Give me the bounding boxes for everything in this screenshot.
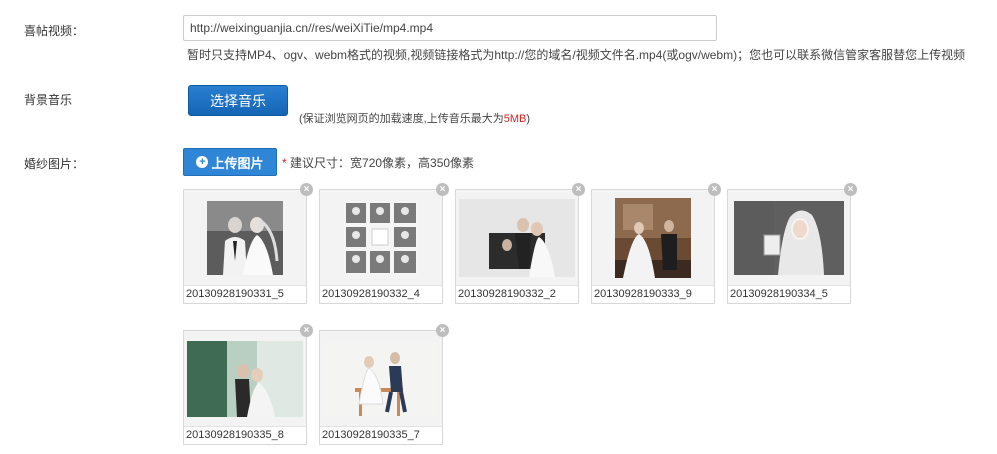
photo-card[interactable]: 20130928190335_8 × [183,324,313,445]
photo-size-hint: * 建议尺寸：宽720像素，高350像素 [282,154,474,171]
remove-photo-icon[interactable]: × [300,183,313,196]
photo-size-text: 建议尺寸：宽720像素，高350像素 [290,156,475,170]
music-size-limit: 5MB [503,113,527,125]
remove-photo-icon[interactable]: × [708,183,721,196]
photos-label: 婚纱图片： [24,157,85,171]
select-music-button[interactable]: 选择音乐 [188,85,288,116]
photo-thumbnail [728,190,850,285]
photo-card[interactable]: 20130928190334_5 × [727,183,857,304]
photo-caption: 20130928190334_5 [728,285,850,303]
photo-thumbnail [592,190,714,285]
photo-card[interactable]: 20130928190333_9 × [591,183,721,304]
photo-caption: 20130928190332_4 [320,285,442,303]
music-label: 背景音乐 [24,93,73,107]
photo-caption: 20130928190332_2 [456,285,578,303]
photo-card[interactable]: 20130928190332_2 × [455,183,585,304]
photo-thumbnail [456,190,578,285]
video-hint: 暂时只支持MP4、ogv、webm格式的视频,视频链接格式为http://您的域… [187,48,966,62]
video-label: 喜帖视频： [24,24,85,38]
plus-circle-icon: + [196,156,209,168]
required-mark: * [282,156,287,170]
video-url-input[interactable] [183,15,717,41]
remove-photo-icon[interactable]: × [572,183,585,196]
photo-card[interactable]: 20130928190331_5 × [183,183,313,304]
upload-photo-button[interactable]: + 上传图片 [183,148,277,176]
photo-caption: 20130928190335_8 [184,426,306,444]
photo-thumbnail [184,331,306,426]
music-hint: (保证浏览网页的加载速度,上传音乐最大为5MB) [299,110,530,126]
photo-card[interactable]: 20130928190335_7 × [319,324,449,445]
photo-caption: 20130928190331_5 [184,285,306,303]
remove-photo-icon[interactable]: × [436,324,449,337]
photo-card[interactable]: 20130928190332_4 × [319,183,449,304]
music-hint-suffix: ) [526,113,531,125]
photo-caption: 20130928190335_7 [320,426,442,444]
remove-photo-icon[interactable]: × [436,183,449,196]
remove-photo-icon[interactable]: × [844,183,857,196]
photo-thumbnail [320,190,442,285]
photo-caption: 20130928190333_9 [592,285,714,303]
remove-photo-icon[interactable]: × [300,324,313,337]
upload-photo-label: 上传图片 [211,155,264,171]
photo-thumbnail [184,190,306,285]
photo-thumbnail [320,331,442,426]
music-hint-prefix: (保证浏览网页的加载速度,上传音乐最大为 [299,113,504,125]
